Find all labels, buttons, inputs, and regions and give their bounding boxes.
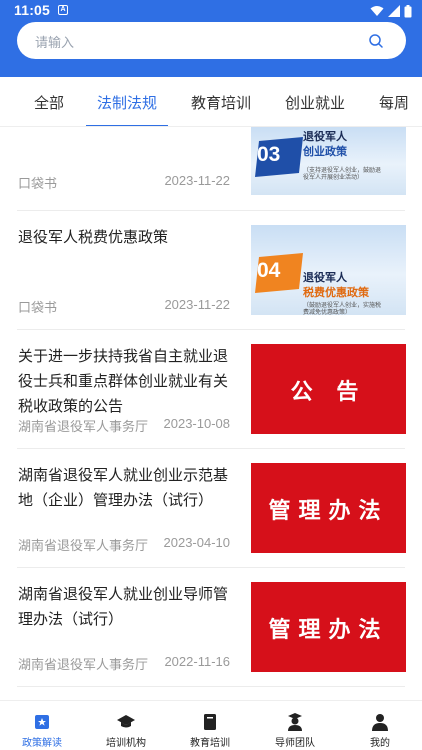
article-list: 03 退役军人 创业政策 （支持退役军人创业，鼓励退役军人开展创业活动） 口袋书… (0, 127, 422, 700)
book-icon (204, 714, 216, 730)
article-title: 关于进一步扶持我省自主就业退役士兵和重点群体创业就业有关税收政策的公告 (18, 347, 229, 415)
thumb-line2: 创业政策 (303, 145, 347, 158)
bottom-nav: 政策解读 培训机构 教育培训 导师团队 我的 (0, 700, 422, 750)
mentor-icon (288, 713, 302, 731)
search-bar[interactable]: 请输入 (17, 22, 406, 59)
thumb-text: 管理办法 (268, 617, 389, 643)
app-screen: 11:05 A 请输入 全部 法制法规 教育培训 创业就业 每周 03 退役军人… (0, 0, 422, 750)
list-item[interactable]: 湖南省退役军人就业创业导师管理办法（试行） 管理办法 湖南省退役军人事务厅 20… (0, 568, 422, 687)
header: 11:05 A 请输入 (0, 0, 422, 77)
nav-label: 我的 (370, 738, 390, 749)
list-item[interactable]: 关于进一步扶持我省自主就业退役士兵和重点群体创业就业有关税收政策的公告 公 告 … (0, 330, 422, 449)
system-icons (370, 4, 412, 18)
badge-number: 03 (257, 143, 281, 166)
tab-weekly[interactable]: 每周 (379, 92, 409, 113)
article-date: 2023-10-08 (163, 416, 231, 431)
article-source: 湖南省退役军人事务厅 (18, 420, 149, 435)
nav-policy[interactable]: 政策解读 (0, 701, 84, 750)
badge-number: 04 (257, 259, 281, 282)
status-bar: 11:05 A (0, 0, 422, 22)
article-title: 湖南省退役军人就业创业示范基地（企业）管理办法（试行） (18, 466, 229, 509)
article-thumbnail: 公 告 (251, 344, 406, 434)
thumb-line3: （支持退役军人创业，鼓励退役军人开展创业活动） (303, 167, 382, 181)
signal-icon (388, 5, 400, 17)
list-item[interactable]: 湖南省退役军人就业创业示范基地（企业）管理办法（试行） 管理办法 湖南省退役军人… (0, 449, 422, 568)
nav-training-institutions[interactable]: 培训机构 (84, 701, 168, 750)
article-date: 2023-11-22 (164, 297, 230, 312)
article-thumbnail: 管理办法 (251, 463, 406, 553)
tab-education[interactable]: 教育培训 (191, 92, 251, 113)
nav-label: 导师团队 (275, 738, 315, 749)
search-placeholder: 请输入 (35, 36, 75, 51)
category-tabs: 全部 法制法规 教育培训 创业就业 每周 (0, 77, 422, 127)
article-source: 湖南省退役军人事务厅 (18, 539, 149, 554)
divider (17, 686, 405, 687)
thumb-text: 公 告 (290, 379, 367, 405)
list-item[interactable]: 03 退役军人 创业政策 （支持退役军人创业，鼓励退役军人开展创业活动） 口袋书… (0, 127, 422, 211)
article-date: 2023-04-10 (163, 535, 231, 550)
article-date: 2022-11-16 (164, 654, 230, 669)
thumb-line1: 退役军人 (303, 271, 347, 284)
battery-icon (404, 4, 412, 17)
thumb-line1: 退役军人 (303, 130, 347, 143)
article-source: 口袋书 (18, 301, 58, 316)
tab-employment[interactable]: 创业就业 (285, 92, 345, 113)
a-box-icon: A (58, 5, 68, 15)
graduation-cap-icon (117, 715, 135, 728)
article-thumbnail: 03 退役军人 创业政策 （支持退役军人创业，鼓励退役军人开展创业活动） (251, 127, 406, 195)
nav-label: 政策解读 (22, 738, 62, 749)
article-thumbnail: 04 退役军人 税费优惠政策 （鼓励退役军人创业，实施税费减免优惠政策） (251, 225, 406, 315)
policy-icon (35, 715, 49, 729)
wifi-icon (370, 6, 384, 16)
article-thumbnail: 管理办法 (251, 582, 406, 672)
article-date: 2023-11-22 (164, 173, 230, 188)
nav-education[interactable]: 教育培训 (168, 701, 252, 750)
person-icon (372, 714, 388, 731)
nav-label: 培训机构 (106, 738, 146, 749)
article-title: 湖南省退役军人就业创业导师管理办法（试行） (18, 585, 229, 628)
article-title: 退役军人税费优惠政策 (18, 228, 169, 246)
search-icon[interactable] (368, 33, 384, 49)
thumb-line3: （鼓励退役军人创业，实施税费减免优惠政策） (303, 302, 382, 315)
nav-label: 教育培训 (190, 738, 230, 749)
nav-me[interactable]: 我的 (338, 701, 422, 750)
article-source: 口袋书 (18, 177, 58, 192)
list-item[interactable]: 退役军人税费优惠政策 04 退役军人 税费优惠政策 （鼓励退役军人创业，实施税费… (0, 211, 422, 330)
tab-laws[interactable]: 法制法规 (97, 92, 157, 113)
tab-all[interactable]: 全部 (34, 92, 64, 113)
status-time: 11:05 (14, 2, 51, 18)
thumb-line2: 税费优惠政策 (303, 286, 369, 299)
nav-mentors[interactable]: 导师团队 (253, 701, 337, 750)
article-source: 湖南省退役军人事务厅 (18, 658, 149, 673)
thumb-text: 管理办法 (268, 498, 389, 524)
